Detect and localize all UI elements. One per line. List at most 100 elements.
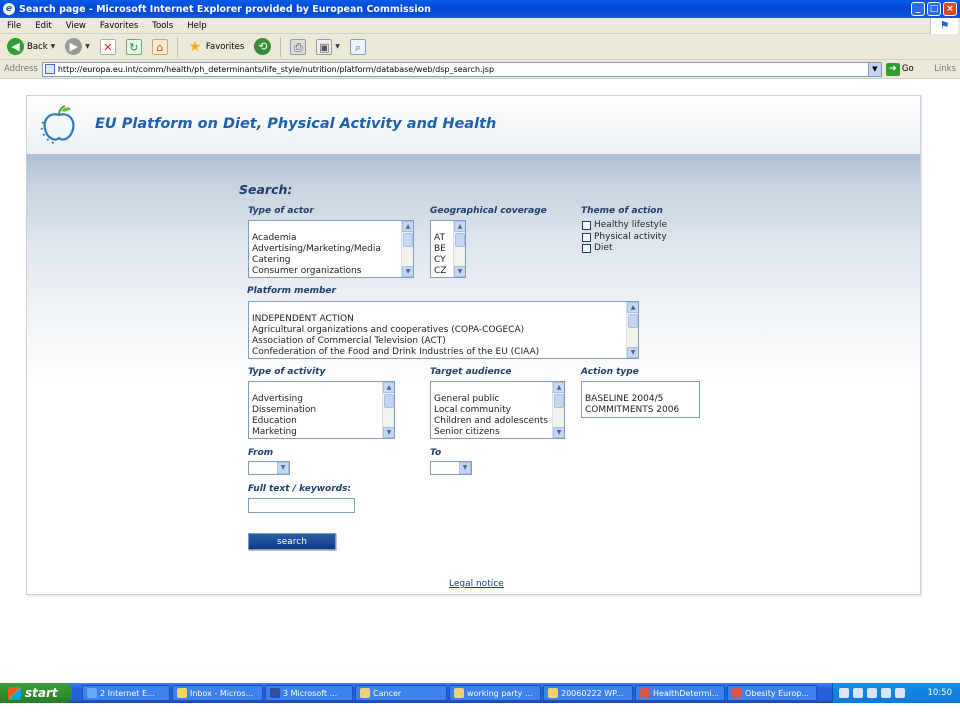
address-bar: Address http://europa.eu.int/comm/health… [0,60,960,79]
taskbar-item-obesity-europe[interactable]: Obesity Europ... [727,685,817,701]
to-select[interactable]: ▼ [430,461,472,475]
antivirus-icon[interactable] [895,688,905,698]
list-option[interactable]: CZ [432,266,452,277]
list-option[interactable]: Consumer organizations [250,266,400,277]
stop-button[interactable]: ✕ [97,37,119,57]
links-button[interactable]: Links [934,64,956,74]
scroll-up-icon[interactable]: ▲ [553,382,564,393]
scroll-up-icon[interactable]: ▲ [627,302,638,313]
chevron-down-icon[interactable]: ▼ [459,462,471,474]
scroll-down-icon[interactable]: ▼ [553,427,564,438]
chevron-down-icon[interactable]: ▼ [867,62,881,76]
scroll-thumb[interactable] [384,394,394,408]
listbox-scrollbar[interactable]: ▲ ▼ [382,382,394,438]
edit-button[interactable]: ▣ ▼ [313,37,343,57]
menu-edit[interactable]: Edit [28,21,58,31]
fulltext-input[interactable] [248,498,355,513]
from-select[interactable]: ▼ [248,461,290,475]
theme-physical-activity-row: Physical activity [582,232,667,242]
menu-favorites[interactable]: Favorites [93,21,145,31]
list-option[interactable]: Dissemination [250,405,381,416]
menu-file[interactable]: File [0,21,28,31]
geographical-coverage-listbox[interactable]: AT BE CY CZ ▲ ▼ [430,220,466,278]
list-option[interactable]: Children and adolescents [432,416,551,427]
scroll-down-icon[interactable]: ▼ [383,427,394,438]
list-option[interactable]: Association of Commercial Television (AC… [250,336,625,347]
list-option[interactable]: Education [250,416,381,427]
print-button[interactable]: ⎙ [287,37,309,57]
help-icon[interactable] [867,688,877,698]
list-option[interactable]: Advertising [250,394,381,405]
type-of-actor-listbox[interactable]: Academia Advertising/Marketing/Media Cat… [248,220,414,278]
taskbar-item-microsoft[interactable]: 3 Microsoft ... [265,685,353,701]
edit-page-icon: ▣ [316,38,333,55]
list-option[interactable]: General public [432,394,551,405]
network-icon[interactable] [839,688,849,698]
taskbar-item-working-party[interactable]: working party ... [449,685,541,701]
list-option[interactable]: COMMITMENTS 2006 [583,405,697,416]
screen-bottom [0,703,960,720]
list-option[interactable]: Academia [250,233,400,244]
volume-icon[interactable] [853,688,863,698]
list-option[interactable]: Advertising/Marketing/Media [250,244,400,255]
taskbar-item-internet-explorer[interactable]: 2 Internet E... [82,685,170,701]
chevron-down-icon[interactable]: ▼ [277,462,289,474]
taskbar-item-health-determinants[interactable]: HealthDetermi... [635,685,725,701]
diet-checkbox[interactable] [582,243,591,253]
scroll-thumb[interactable] [628,314,638,328]
scroll-down-icon[interactable]: ▼ [454,266,465,277]
back-button[interactable]: ◀ Back ▼ [4,37,58,57]
list-option[interactable]: Agricultural organizations and cooperati… [250,325,625,336]
type-of-activity-listbox[interactable]: Advertising Dissemination Education Mark… [248,381,395,439]
list-option[interactable]: CY [432,255,452,266]
listbox-scrollbar[interactable]: ▲ ▼ [626,302,638,358]
scroll-down-icon[interactable]: ▼ [402,266,413,277]
refresh-button[interactable]: ↻ [123,37,145,57]
go-button[interactable]: ➜ Go [885,62,914,76]
search-button[interactable]: search [248,533,336,550]
history-button[interactable]: ⟲ [251,37,274,57]
list-option[interactable]: Marketing [250,427,381,438]
minimize-button[interactable]: _ [911,2,925,16]
list-option[interactable]: BASELINE 2004/5 [583,394,697,405]
platform-member-listbox[interactable]: INDEPENDENT ACTION Agricultural organiza… [248,301,639,359]
menu-help[interactable]: Help [180,21,213,31]
scroll-up-icon[interactable]: ▲ [402,221,413,232]
scroll-thumb[interactable] [403,233,413,247]
taskbar-item-20060222[interactable]: 20060222 WP... [543,685,633,701]
target-audience-listbox[interactable]: General public Local community Children … [430,381,565,439]
scroll-up-icon[interactable]: ▲ [454,221,465,232]
menu-tools[interactable]: Tools [145,21,180,31]
list-option[interactable]: Senior citizens [432,427,551,438]
maximize-button[interactable]: □ [927,2,941,16]
favorites-button[interactable]: ★ Favorites [184,37,247,57]
list-option[interactable]: Local community [432,405,551,416]
forward-button[interactable]: ▶ ▼ [62,37,93,57]
healthy-lifestyle-checkbox[interactable] [582,220,591,230]
physical-activity-checkbox[interactable] [582,232,591,242]
scroll-thumb[interactable] [554,394,564,408]
list-option[interactable]: AT [432,233,452,244]
taskbar-item-cancer[interactable]: Cancer [355,685,447,701]
research-button[interactable]: ⌕ [347,37,369,57]
scroll-up-icon[interactable]: ▲ [383,382,394,393]
listbox-scrollbar[interactable]: ▲ ▼ [401,221,413,277]
list-option[interactable]: BE [432,244,452,255]
list-option[interactable]: Confederation of the Food and Drink Indu… [250,347,625,358]
listbox-scrollbar[interactable]: ▲ ▼ [552,382,564,438]
start-button[interactable]: start [0,683,72,703]
list-option[interactable]: Catering [250,255,400,266]
taskbar-item-inbox[interactable]: Inbox - Micros... [172,685,263,701]
list-option[interactable]: INDEPENDENT ACTION [250,314,625,325]
action-type-listbox[interactable]: BASELINE 2004/5 COMMITMENTS 2006 [581,381,700,418]
scroll-thumb[interactable] [455,233,465,247]
legal-notice-link[interactable]: Legal notice [449,579,504,589]
close-button[interactable]: × [943,2,957,16]
favorites-label: Favorites [205,41,245,52]
address-input[interactable]: http://europa.eu.int/comm/health/ph_dete… [41,61,882,77]
listbox-scrollbar[interactable]: ▲ ▼ [453,221,465,277]
security-icon[interactable] [881,688,891,698]
scroll-down-icon[interactable]: ▼ [627,347,638,358]
menu-view[interactable]: View [59,21,93,31]
home-button[interactable]: ⌂ [149,37,171,57]
